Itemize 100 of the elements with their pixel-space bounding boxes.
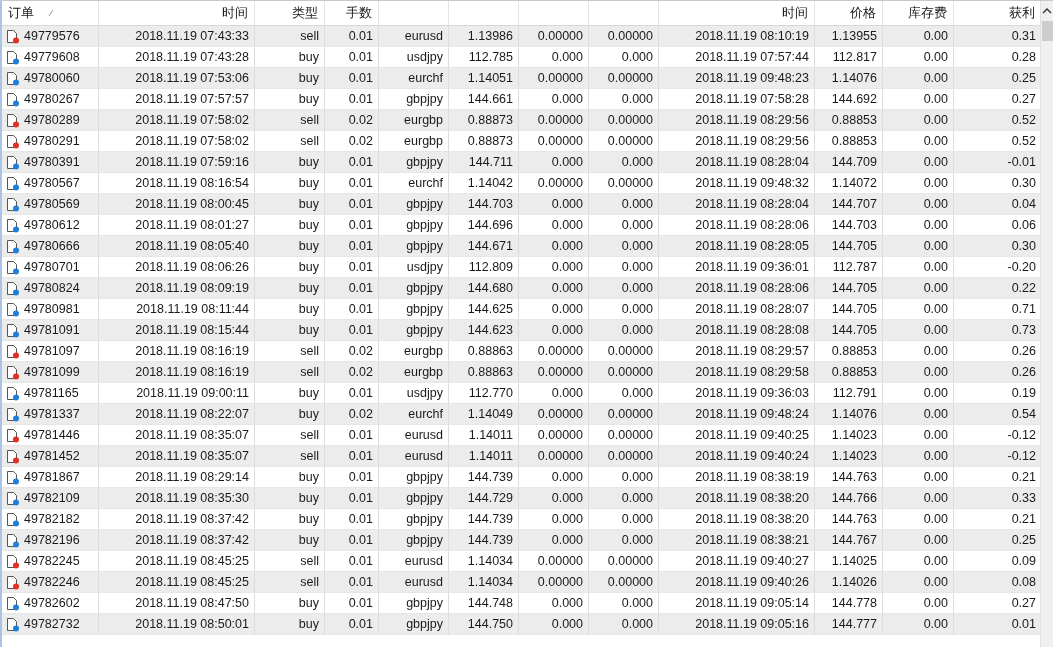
table-cell: 0.000 [519, 152, 589, 173]
table-cell: 144.705 [815, 236, 883, 257]
table-cell: 0.000 [589, 614, 659, 635]
scroll-up-icon[interactable] [1042, 7, 1052, 15]
sort-icon [48, 9, 54, 17]
table-cell: eurusd [379, 572, 449, 593]
table-cell: sell [255, 446, 325, 467]
table-cell: 0.02 [325, 404, 379, 425]
order-number: 49781165 [24, 386, 79, 400]
column-header[interactable]: 类型 [255, 1, 325, 26]
table-cell: eurgbp [379, 362, 449, 383]
scrollbar[interactable] [1040, 1, 1053, 647]
table-cell: 2018.11.19 08:45:25 [99, 572, 255, 593]
table-cell: 0.00 [883, 152, 954, 173]
table-cell: 0.22 [954, 278, 1042, 299]
column-header[interactable] [589, 1, 659, 26]
order-number: 49781867 [24, 470, 80, 484]
table-cell: 2018.11.19 09:05:16 [659, 614, 815, 635]
table-cell: 144.680 [449, 278, 519, 299]
table-cell: 0.00 [883, 236, 954, 257]
table-cell: 144.767 [815, 530, 883, 551]
column-header[interactable] [379, 1, 449, 26]
table-cell: 0.01 [325, 614, 379, 635]
table-cell: eurchf [379, 68, 449, 89]
table-cell: 2018.11.19 08:29:58 [659, 362, 815, 383]
table-cell: 0.02 [325, 362, 379, 383]
table-cell: 0.02 [325, 110, 379, 131]
table-cell: 2018.11.19 08:16:19 [99, 362, 255, 383]
table-cell: 0.000 [519, 614, 589, 635]
table-cell: 0.000 [519, 194, 589, 215]
column-header[interactable]: 时间 [659, 1, 815, 26]
order-number: 49780267 [24, 92, 80, 106]
table-cell: 2018.11.19 07:53:06 [99, 68, 255, 89]
column-header[interactable]: 手数 [325, 1, 379, 26]
table-cell: 1.14026 [815, 572, 883, 593]
table-cell: buy [255, 404, 325, 425]
table-cell: 2018.11.19 09:48:23 [659, 68, 815, 89]
table-cell: 2018.11.19 08:28:06 [659, 278, 815, 299]
column-header[interactable]: 库存费 [883, 1, 954, 26]
table-cell: 2018.11.19 08:35:07 [99, 446, 255, 467]
table-cell: gbpjpy [379, 236, 449, 257]
table-cell: sell [255, 572, 325, 593]
table-cell: sell [255, 110, 325, 131]
table-cell: 0.000 [589, 194, 659, 215]
table-cell: 0.00 [883, 320, 954, 341]
table-cell: 0.00000 [519, 26, 589, 47]
table-cell: 144.777 [815, 614, 883, 635]
table-cell: 0.25 [954, 68, 1042, 89]
table-cell: 1.14076 [815, 68, 883, 89]
table-cell: 2018.11.19 08:35:30 [99, 488, 255, 509]
order-number: 49781337 [24, 407, 80, 421]
table-cell: eurchf [379, 404, 449, 425]
table-cell: 2018.11.19 07:58:02 [99, 110, 255, 131]
table-cell: 144.703 [449, 194, 519, 215]
table-cell: 1.14051 [449, 68, 519, 89]
table-cell: 0.00 [883, 530, 954, 551]
column-header[interactable]: 时间 [99, 1, 255, 26]
table-cell: 1.14023 [815, 446, 883, 467]
table-cell: 2018.11.19 09:48:24 [659, 404, 815, 425]
table-cell: 2018.11.19 08:00:45 [99, 194, 255, 215]
table-cell: sell [255, 362, 325, 383]
table-cell: 0.00 [883, 446, 954, 467]
table-cell: 144.671 [449, 236, 519, 257]
table-cell: 2018.11.19 09:40:26 [659, 572, 815, 593]
table-cell: buy [255, 530, 325, 551]
order-number: 49782245 [24, 554, 80, 568]
order-number: 49780824 [24, 281, 80, 295]
table-cell: 0.000 [589, 320, 659, 341]
table-cell: 1.14011 [449, 446, 519, 467]
column-header[interactable] [449, 1, 519, 26]
table-cell: buy [255, 278, 325, 299]
table-cell: buy [255, 194, 325, 215]
table-cell: 0.000 [519, 488, 589, 509]
table-cell: sell [255, 26, 325, 47]
order-number: 49781452 [24, 449, 80, 463]
table-cell: 0.00 [883, 572, 954, 593]
scroll-thumb[interactable] [1041, 21, 1053, 41]
table-cell: 0.00000 [519, 404, 589, 425]
table-cell: 0.000 [589, 236, 659, 257]
table-cell: 0.01 [325, 572, 379, 593]
table-cell: 0.88853 [815, 110, 883, 131]
table-cell: buy [255, 68, 325, 89]
table-cell: 0.000 [589, 488, 659, 509]
table-cell: eurusd [379, 26, 449, 47]
column-header[interactable]: 价格 [815, 1, 883, 26]
table-cell: 2018.11.19 08:28:04 [659, 194, 815, 215]
table-cell: 0.31 [954, 26, 1042, 47]
table-cell: 0.01 [325, 488, 379, 509]
table-cell: 0.00000 [589, 110, 659, 131]
table-cell: -0.01 [954, 152, 1042, 173]
table-cell: 0.01 [325, 26, 379, 47]
table-cell: 144.705 [815, 320, 883, 341]
table-cell: 0.01 [325, 152, 379, 173]
column-header[interactable]: 订单 [2, 1, 99, 26]
table-cell: 0.00000 [519, 68, 589, 89]
table-cell: 0.73 [954, 320, 1042, 341]
table-cell: -0.12 [954, 446, 1042, 467]
order-number: 49780569 [24, 197, 80, 211]
table-cell: 2018.11.19 08:05:40 [99, 236, 255, 257]
column-header[interactable] [519, 1, 589, 26]
